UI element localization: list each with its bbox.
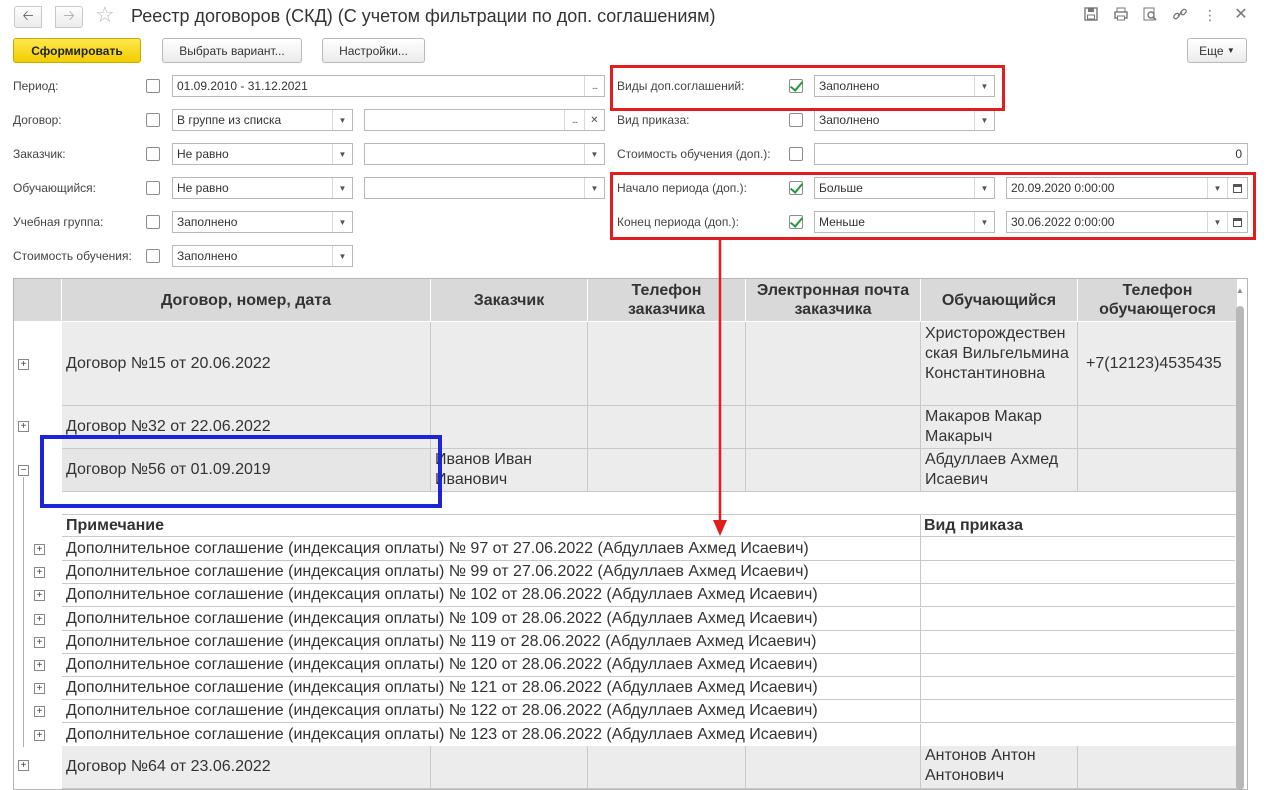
annotation-arrow xyxy=(713,240,727,536)
